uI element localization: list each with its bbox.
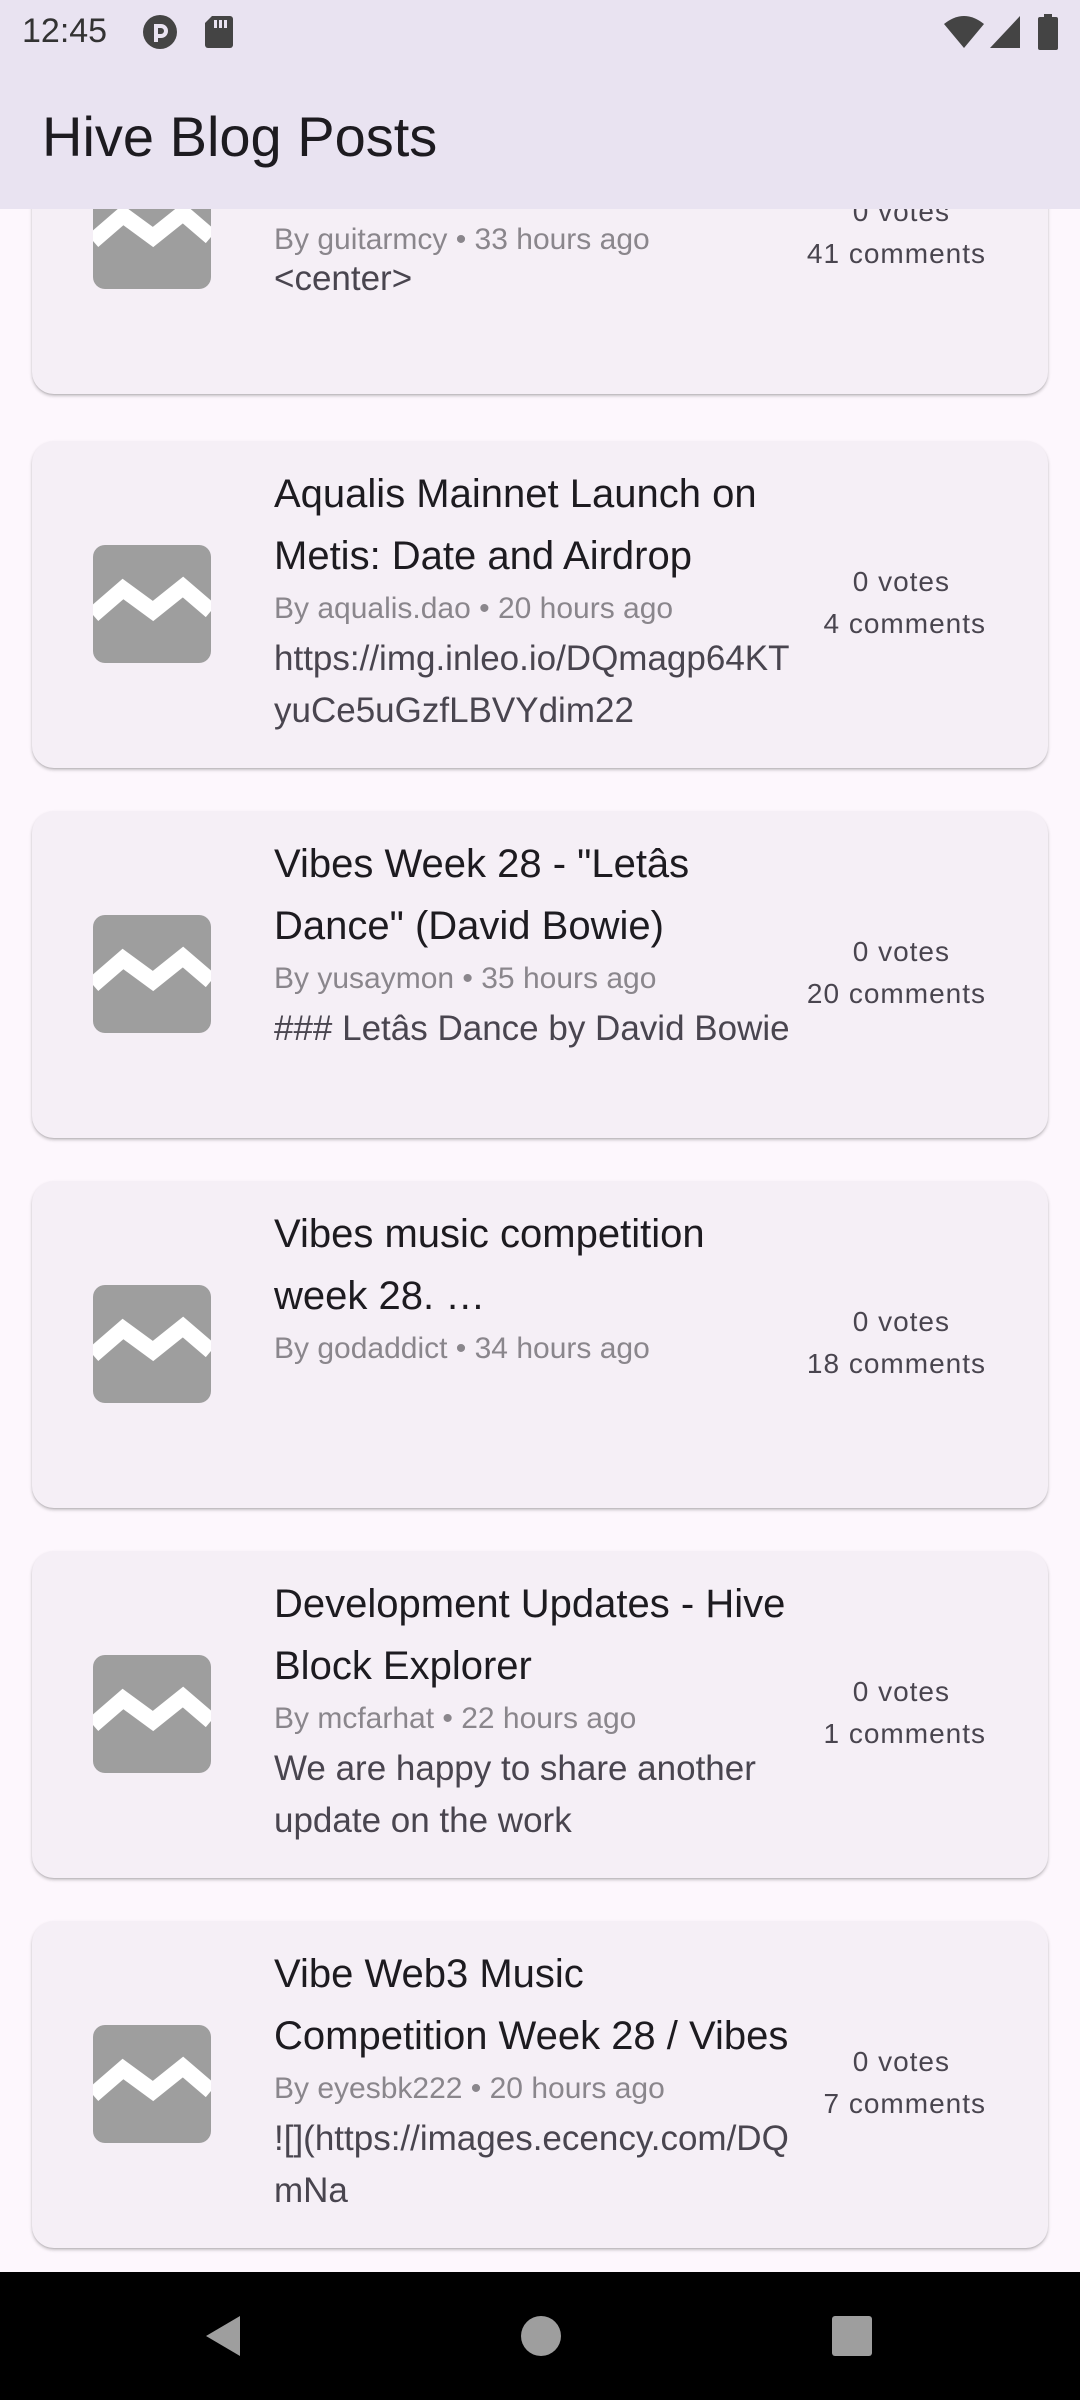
post-comments: 41 comments [806, 238, 986, 269]
post-comments: 20 comments [806, 978, 986, 1009]
recents-icon[interactable] [828, 2312, 876, 2360]
back-icon[interactable] [200, 2312, 248, 2360]
post-card[interactable]: Development Updates - Hive Block Explore… [32, 1551, 1048, 1878]
page-title: Hive Blog Posts [42, 105, 438, 168]
status-bar: 12:45 [0, 0, 1080, 64]
post-excerpt: https://img.inleo.io/DQmagp64KTyuCe5uGzf… [274, 639, 790, 730]
post-stats: 0 votes 4 comments [746, 561, 986, 645]
post-excerpt: We are happy to share another update on … [274, 1749, 756, 1840]
image-placeholder-icon [93, 1285, 211, 1403]
post-meta: By yusaymon • 35 hours ago [274, 962, 657, 995]
post-card[interactable]: Vibe Web3 Music Competition Week 28 / Vi… [32, 1921, 1048, 2248]
sd-card-icon [205, 16, 233, 48]
post-title: Aqualis Mainnet Launch on Metis: Date an… [274, 472, 757, 578]
image-placeholder-icon [93, 209, 211, 289]
post-comments: 1 comments [823, 1718, 986, 1749]
post-votes: 0 votes [852, 1306, 950, 1337]
post-stats: 0 votes 7 comments [746, 2041, 986, 2125]
post-meta: By eyesbk222 • 20 hours ago [274, 2072, 665, 2105]
post-comments: 18 comments [806, 1348, 986, 1379]
post-card[interactable]: Vibes Week 28 - "Letâs Dance" (David Bow… [32, 811, 1048, 1138]
post-votes: 0 votes [852, 2046, 950, 2077]
image-placeholder-icon [93, 915, 211, 1033]
post-card[interactable]: Vibes music competition week 28. … By go… [32, 1181, 1048, 1508]
post-meta: By aqualis.dao • 20 hours ago [274, 592, 674, 625]
post-title: Development Updates - Hive Block Explore… [274, 1582, 786, 1688]
post-card[interactable]: By guitarmcy • 33 hours ago <center> 0 v… [32, 209, 1048, 394]
post-stats: 0 votes 41 comments [746, 209, 986, 275]
post-votes: 0 votes [852, 209, 950, 227]
post-votes: 0 votes [852, 936, 950, 967]
post-list[interactable]: By guitarmcy • 33 hours ago <center> 0 v… [0, 209, 1080, 2272]
battery-icon [1038, 14, 1058, 50]
signal-icon [990, 16, 1020, 48]
post-stats: 0 votes 18 comments [746, 1301, 986, 1385]
post-votes: 0 votes [852, 1676, 950, 1707]
post-stats: 0 votes 20 comments [746, 931, 986, 1015]
post-votes: 0 votes [852, 566, 950, 597]
image-placeholder-icon [93, 2025, 211, 2143]
navigation-bar [0, 2272, 1080, 2400]
post-title: Vibes music competition week 28. … [274, 1212, 705, 1318]
status-time: 12:45 [22, 12, 108, 50]
image-placeholder-icon [93, 545, 211, 663]
notification-icon [143, 15, 177, 49]
image-placeholder-icon [93, 1655, 211, 1773]
post-card[interactable]: Aqualis Mainnet Launch on Metis: Date an… [32, 441, 1048, 768]
post-excerpt: ### Letâs Dance by David Bowie [274, 1009, 790, 1048]
post-comments: 4 comments [823, 608, 986, 639]
post-meta: By godaddict • 34 hours ago [274, 1332, 650, 1365]
post-excerpt: ![](https://images.ecency.com/DQmNa [274, 2119, 789, 2210]
post-comments: 7 comments [823, 2088, 986, 2119]
post-title: Vibes Week 28 - "Letâs Dance" (David Bow… [274, 842, 690, 948]
app-bar: Hive Blog Posts [0, 64, 1080, 209]
post-excerpt: <center> [274, 259, 413, 298]
home-icon[interactable] [517, 2312, 565, 2360]
wifi-icon [944, 16, 984, 48]
post-stats: 0 votes 1 comments [746, 1671, 986, 1755]
post-title: Vibe Web3 Music Competition Week 28 / Vi… [274, 1952, 789, 2058]
post-meta: By mcfarhat • 22 hours ago [274, 1702, 637, 1735]
